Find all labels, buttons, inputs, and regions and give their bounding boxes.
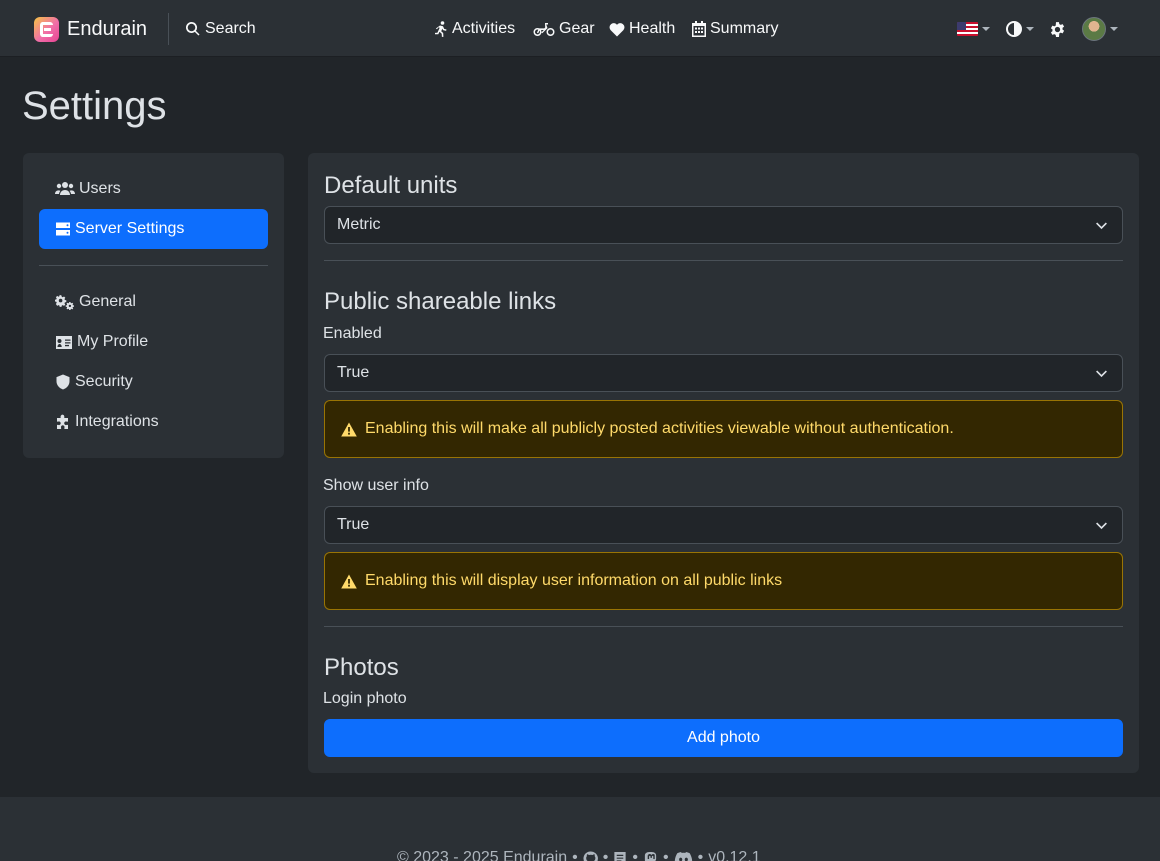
public-links-enabled-value: True [337,364,370,381]
sidebar-item-integrations[interactable]: Integrations [39,402,268,442]
calendar-icon [692,21,706,37]
server-settings-card: Default units Metric Public shareable li… [308,153,1139,773]
bicycle-icon [533,23,555,36]
theme-half-circle-icon [1006,21,1022,37]
nav-health[interactable]: Health [609,18,675,40]
chevron-down-icon [982,27,990,31]
nav-search-label: Search [205,20,256,37]
sidebar-item-label: General [79,293,136,310]
shield-icon [56,374,70,390]
heart-icon [609,22,625,36]
nav-gear-label: Gear [559,20,595,37]
footer-separator: • [602,849,609,861]
section-divider [324,260,1123,261]
show-user-info-warning: Enabling this will display user informat… [324,552,1123,610]
id-card-icon [56,335,72,349]
us-flag-icon [957,22,978,36]
public-links-warning-text: Enabling this will make all publicly pos… [365,420,954,437]
warning-triangle-icon [341,422,357,436]
brand-name: Endurain [67,17,148,40]
footer-line: © 2023 - 2025 Endurain • • • • • v0.12.1 [397,849,761,861]
copyright-text: © 2023 - 2025 Endurain [397,849,568,861]
sidebar-item-server-settings[interactable]: Server Settings [39,209,268,249]
brand-link[interactable]: Endurain [34,16,147,42]
nav-activities-label: Activities [452,20,516,37]
docs-icon[interactable] [613,851,627,861]
nav-divider [168,13,169,45]
nav-summary-label: Summary [710,20,779,37]
users-icon [55,182,75,195]
add-photo-button[interactable]: Add photo [324,719,1123,757]
default-units-heading: Default units [324,172,458,199]
public-links-heading: Public shareable links [324,288,557,315]
sidebar-item-security[interactable]: Security [39,362,268,402]
nav-search[interactable]: Search [185,18,256,40]
server-icon [56,222,70,236]
puzzle-icon [57,414,68,429]
chevron-down-icon [1110,27,1118,31]
section-divider [324,626,1123,627]
gears-icon [55,294,74,310]
chevron-down-icon [1096,522,1107,530]
endurain-logo-icon [34,16,59,42]
chevron-down-icon [1096,222,1107,230]
settings-button[interactable] [1049,17,1066,41]
running-icon [435,21,447,37]
nav-summary[interactable]: Summary [692,18,778,40]
enabled-label: Enabled [323,325,382,342]
sidebar-item-my-profile[interactable]: My Profile [39,322,268,362]
default-units-value: Metric [337,216,381,233]
show-user-info-value: True [337,516,370,533]
page-title: Settings [22,84,167,128]
photos-heading: Photos [324,654,399,681]
user-avatar [1082,17,1106,41]
warning-triangle-icon [341,574,357,588]
sidebar-item-general[interactable]: General [39,282,268,322]
sidebar-item-label: Server Settings [75,220,185,237]
nav-gear[interactable]: Gear [533,18,595,40]
footer-separator: • [572,849,578,861]
language-dropdown[interactable] [957,17,990,41]
chevron-down-icon [1026,27,1034,31]
sidebar-item-label: My Profile [77,333,149,350]
footer-separator: • [662,849,669,861]
footer: © 2023 - 2025 Endurain • • • • • v0.12.1 [0,797,1160,861]
nav-health-label: Health [629,20,676,37]
gear-icon [1050,21,1065,37]
footer-separator: • [697,849,704,861]
chevron-down-icon [1096,370,1107,378]
sidebar-item-users[interactable]: Users [39,169,268,209]
footer-separator: • [632,849,638,861]
sidebar-item-label: Users [79,180,121,197]
sidebar-divider [39,265,268,266]
show-user-info-label: Show user info [323,477,429,494]
show-user-info-warning-text: Enabling this will display user informat… [365,572,783,589]
version-text: v0.12.1 [708,849,761,861]
mastodon-icon[interactable] [643,851,658,861]
sidebar-item-label: Integrations [75,413,159,430]
nav-activities[interactable]: Activities [433,18,515,40]
theme-dropdown[interactable] [1006,17,1034,41]
discord-icon[interactable] [674,851,693,861]
top-navbar: Endurain Search Activities Gear Health S… [0,0,1160,57]
show-user-info-select[interactable]: True [324,506,1123,544]
user-menu[interactable] [1082,17,1118,41]
default-units-select[interactable]: Metric [324,206,1123,244]
public-links-warning: Enabling this will make all publicly pos… [324,400,1123,458]
public-links-enabled-select[interactable]: True [324,354,1123,392]
github-icon[interactable] [583,850,598,861]
settings-sidebar: Users Server Settings General My Profile… [23,153,284,458]
sidebar-item-label: Security [75,373,133,390]
login-photo-label: Login photo [323,690,407,707]
search-icon [185,21,200,36]
